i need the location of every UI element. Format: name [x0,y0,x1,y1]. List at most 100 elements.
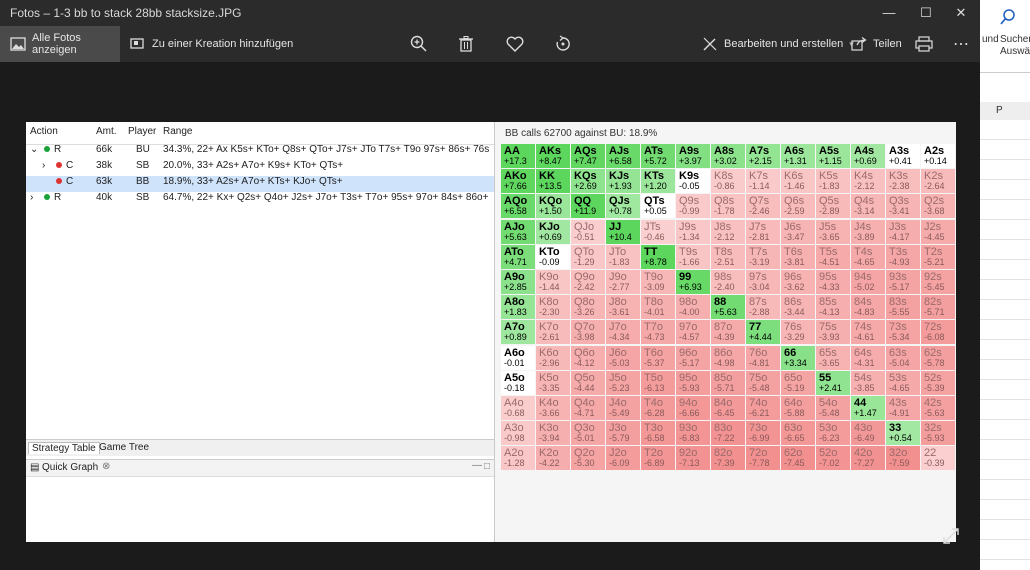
rotate-icon[interactable] [554,26,572,62]
hand-cell[interactable]: T2o -6.89 [641,446,675,471]
hand-cell[interactable]: QJo -0.51 [571,219,605,244]
hand-cell[interactable]: 84s -4.83 [851,295,885,320]
hand-cell[interactable]: 62o -7.45 [781,446,815,471]
hand-cell[interactable]: A3o -0.98 [501,421,535,446]
hand-cell[interactable]: 32o -7.59 [886,446,920,471]
maximize-button[interactable]: ☐ [911,3,941,23]
hand-cell[interactable]: Q2s -3.68 [921,194,955,219]
hand-cell[interactable]: A8o +1.83 [501,295,535,320]
hand-cell[interactable]: T5o -6.13 [641,370,675,395]
hand-cell[interactable]: 63o -6.65 [781,421,815,446]
hand-cell[interactable]: K6s -1.46 [781,169,815,194]
hand-cell[interactable]: 76s -3.29 [781,320,815,345]
hand-cell[interactable]: 96s -3.62 [781,270,815,294]
hand-cell[interactable]: 53s -4.65 [886,370,920,395]
hand-cell[interactable]: 64s -4.31 [851,345,885,370]
hand-cell[interactable]: 52s -5.39 [921,370,955,395]
hand-cell[interactable]: 85s -4.13 [816,295,850,320]
hand-cell[interactable]: K4s -2.12 [851,169,885,194]
share-button[interactable]: Teilen [851,26,902,62]
tab-quick-graph[interactable]: Quick Graph [42,462,98,473]
edit-create-button[interactable]: Bearbeiten und erstellen ▾ [702,26,854,62]
hand-cell[interactable]: K7o -2.61 [536,320,570,345]
hand-cell[interactable]: A9s +3.97 [676,144,710,168]
hand-cell[interactable]: 73o -6.99 [746,421,780,446]
hand-cell[interactable]: T7s -3.19 [746,244,780,269]
hand-cell[interactable]: K8o -2.30 [536,295,570,320]
hand-cell[interactable]: 72s -6.08 [921,320,955,345]
hand-cell[interactable]: Q7s -2.46 [746,194,780,219]
hand-cell[interactable]: K6o -2.96 [536,345,570,370]
hand-cell[interactable]: AQs +7.47 [571,144,605,168]
hand-cell[interactable]: AKo +7.66 [501,169,535,194]
hand-cell[interactable]: 66 +3.34 [781,345,815,370]
hand-cell[interactable]: 64o -5.88 [781,396,815,420]
hand-cell[interactable]: 95s -4.33 [816,270,850,294]
hand-cell[interactable]: T5s -4.51 [816,244,850,269]
hand-cell[interactable]: Q6s -2.59 [781,194,815,219]
hand-cell[interactable]: T4s -4.65 [851,244,885,269]
hand-cell[interactable]: Q5o -4.44 [571,370,605,395]
hand-cell[interactable]: 77 +4.44 [746,320,780,345]
hand-cell[interactable]: 54o -5.48 [816,396,850,420]
hand-cell[interactable]: 86s -3.44 [781,295,815,320]
hand-cell[interactable]: A6s +1.31 [781,144,815,168]
favorite-heart-icon[interactable] [506,26,524,62]
hand-cell[interactable]: Q4o -4.71 [571,396,605,420]
maximize-panel-icon[interactable]: □ [484,461,490,472]
hand-cell[interactable]: 96o -5.17 [676,345,710,370]
hand-cell[interactable]: T9o -3.09 [641,270,675,294]
hand-cell[interactable]: T4o -6.28 [641,396,675,420]
hand-cell[interactable]: 93o -6.83 [676,421,710,446]
hand-cell[interactable]: J7s -2.81 [746,219,780,244]
hand-cell[interactable]: KQo +1.50 [536,194,570,219]
hand-cell[interactable]: 82s -5.71 [921,295,955,320]
hand-cell[interactable]: A2o -1.28 [501,446,535,471]
hand-cell[interactable]: AJo +5.63 [501,219,535,244]
hand-cell[interactable]: 65o -5.19 [781,370,815,395]
hand-cell[interactable]: 22 -0.39 [921,446,955,471]
hand-cell[interactable]: 85o -5.71 [711,370,745,395]
hand-cell[interactable]: 42o -7.27 [851,446,885,471]
hand-cell[interactable]: Q6o -4.12 [571,345,605,370]
hand-cell[interactable]: T2s -5.21 [921,244,955,269]
hand-cell[interactable]: J2s -4.45 [921,219,955,244]
hand-cell[interactable]: 84o -6.45 [711,396,745,420]
hand-cell[interactable]: J5s -3.65 [816,219,850,244]
hand-cell[interactable]: 86o -4.98 [711,345,745,370]
hand-cell[interactable]: J3o -5.79 [606,421,640,446]
hand-cell[interactable]: Q3o -5.01 [571,421,605,446]
hand-cell[interactable]: T7o -4.73 [641,320,675,345]
hand-cell[interactable]: 87o -4.39 [711,320,745,345]
hand-cell[interactable]: 82o -7.39 [711,446,745,471]
hand-cell[interactable]: 52o -7.02 [816,446,850,471]
hand-cell[interactable]: K2s -2.64 [921,169,955,194]
hand-cell[interactable]: A7o +0.89 [501,320,535,345]
hand-cell[interactable]: 93s -5.17 [886,270,920,294]
table-row[interactable]: ⌄ R 66k BU 34.3%, 22+ Ax K5s+ KTo+ Q8s+ … [26,144,494,160]
hand-cell[interactable]: J4s -3.89 [851,219,885,244]
hand-cell[interactable]: J2o -6.09 [606,446,640,471]
more-options-icon[interactable]: ⋯ [953,26,969,62]
add-creation-button[interactable]: Zu einer Kreation hinzufügen [130,26,293,62]
hand-cell[interactable]: 54s -3.85 [851,370,885,395]
hand-cell[interactable]: 97s -3.04 [746,270,780,294]
hand-cell[interactable]: 62s -5.78 [921,345,955,370]
hand-cell[interactable]: 43s -4.91 [886,396,920,420]
hand-cell[interactable]: KTs +1.20 [641,169,675,194]
hand-cell[interactable]: 92o -7.13 [676,446,710,471]
hand-cell[interactable]: 72o -7.78 [746,446,780,471]
hand-cell[interactable]: 63s -5.04 [886,345,920,370]
hand-cell[interactable]: KJo +0.69 [536,219,570,244]
hand-cell[interactable]: J6o -5.03 [606,345,640,370]
ribbon-suchen[interactable]: Suchen [1000,34,1030,45]
hand-cell[interactable]: QJs +0.78 [606,194,640,219]
hand-cell[interactable]: JTs -0.46 [641,219,675,244]
hand-cell[interactable]: A2s +0.14 [921,144,955,168]
hand-cell[interactable]: T3s -4.93 [886,244,920,269]
hand-cell[interactable]: 99 +6.93 [676,270,710,294]
hand-cell[interactable]: 87s -2.88 [746,295,780,320]
hand-cell[interactable]: 83o -7.22 [711,421,745,446]
hand-cell[interactable]: 65s -3.65 [816,345,850,370]
tab-strategy-table[interactable]: Strategy Table [28,442,100,454]
